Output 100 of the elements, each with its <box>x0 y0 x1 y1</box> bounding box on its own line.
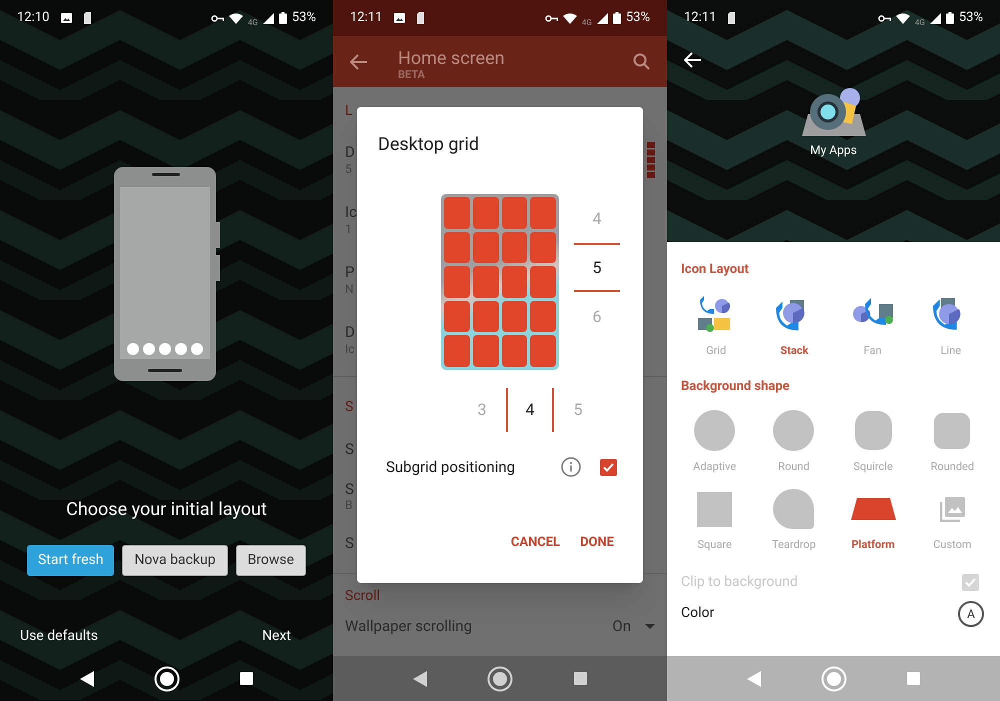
info-icon[interactable] <box>561 457 581 478</box>
screen-title: Home screen <box>398 50 505 68</box>
sd-card-icon <box>84 12 92 24</box>
column-count-option[interactable]: 5 <box>554 388 602 432</box>
setting-title: D <box>345 323 355 342</box>
squircle-shape-icon <box>854 411 892 450</box>
grid-cell <box>472 300 498 332</box>
layout-option[interactable]: Fan <box>864 342 882 359</box>
layout-option[interactable]: Line <box>940 342 962 359</box>
grid-cell <box>502 335 528 367</box>
grid-cell <box>472 335 498 367</box>
grid-preview-icon <box>647 142 655 178</box>
setting-value: On <box>612 616 631 637</box>
beta-label: BETA <box>398 69 426 80</box>
trapezoid-shape-icon <box>850 498 896 520</box>
image-icon <box>394 13 406 23</box>
wifi-icon <box>896 12 910 24</box>
shape-option[interactable]: Custom <box>933 537 972 554</box>
grid-cell <box>530 335 556 367</box>
grid-cell <box>472 232 498 264</box>
row-count-option[interactable]: 4 <box>574 194 620 243</box>
back-icon[interactable] <box>80 670 94 686</box>
layout-option[interactable]: Stack <box>780 342 808 359</box>
signal-icon <box>930 12 941 24</box>
color-swatch[interactable]: A <box>958 600 984 626</box>
network-type: 4G <box>248 16 258 28</box>
subgrid-label: Subgrid positioning <box>386 457 516 478</box>
battery-level: 53% <box>958 9 983 28</box>
status-time: 12:11 <box>350 9 382 28</box>
shape-option[interactable]: Square <box>697 537 732 554</box>
column-count-option[interactable]: 4 <box>506 388 554 432</box>
next-link[interactable]: Next <box>262 626 313 647</box>
setting-title: S <box>345 480 354 498</box>
square-shape-icon <box>697 492 732 526</box>
shape-option[interactable]: Teardrop <box>772 537 816 554</box>
subgrid-checkbox[interactable] <box>600 458 617 476</box>
teardrop-shape-icon <box>773 489 814 529</box>
grid-cell <box>530 232 556 264</box>
shape-option[interactable]: Adaptive <box>693 458 736 475</box>
wifi-icon <box>562 12 577 24</box>
color-label: Color <box>681 604 714 623</box>
battery-level: 53% <box>626 9 650 28</box>
dialog-button[interactable]: CANCEL <box>502 526 568 558</box>
grid-cell <box>444 232 470 264</box>
grid-cell <box>472 197 498 229</box>
network-type: 4G <box>914 16 925 28</box>
dialog-button[interactable]: DONE <box>572 526 622 558</box>
grid-cell <box>502 266 528 298</box>
layout-option-button[interactable]: Browse <box>236 545 306 576</box>
circle-shape-icon <box>773 410 814 451</box>
setting-title: S <box>345 440 354 459</box>
folder-label: My Apps <box>810 142 857 159</box>
network-type: 4G <box>582 16 592 28</box>
section-header: L <box>344 102 354 121</box>
grid-cell <box>502 232 528 264</box>
check-icon <box>603 462 614 472</box>
sd-card-icon <box>728 12 736 24</box>
setting-title: Wallpaper scrolling <box>345 616 472 636</box>
layout-option[interactable]: Grid <box>706 342 726 359</box>
grid-cell <box>502 300 528 332</box>
setting-title: S <box>345 534 354 553</box>
grid-cell <box>530 197 556 229</box>
grid-cell <box>444 266 470 298</box>
column-count-option[interactable]: 3 <box>458 388 506 432</box>
grid-cell <box>530 266 556 298</box>
recents-icon[interactable] <box>574 672 587 685</box>
grid-cell <box>444 300 470 332</box>
dropdown-caret-icon <box>645 624 655 628</box>
battery-icon <box>612 12 621 24</box>
circle-shape-icon <box>694 410 736 451</box>
key-icon <box>544 14 558 22</box>
signal-icon <box>596 12 608 24</box>
grid-cell <box>444 335 470 367</box>
shape-option[interactable]: Squircle <box>853 458 893 475</box>
grid-cell <box>472 266 498 298</box>
shape-option[interactable]: Platform <box>851 537 895 554</box>
layout-option-button[interactable]: Start fresh <box>26 545 114 576</box>
search-icon[interactable] <box>633 53 650 70</box>
image-icon <box>61 13 72 23</box>
grid-cell <box>502 197 528 229</box>
key-icon <box>878 14 891 22</box>
key-icon <box>210 14 224 22</box>
section-header: Icon Layout <box>680 261 750 279</box>
row-count-option[interactable]: 5 <box>574 243 620 292</box>
shape-option[interactable]: Rounded <box>930 458 974 475</box>
grid-cell <box>530 300 556 332</box>
section-header: Background shape <box>680 378 791 396</box>
check-icon <box>965 578 976 586</box>
signal-icon <box>262 12 274 24</box>
shape-option[interactable]: Round <box>778 458 810 475</box>
use-defaults-link[interactable]: Use defaults <box>20 626 98 647</box>
images-icon <box>940 496 965 522</box>
status-time: 12:11 <box>684 9 716 28</box>
battery-level: 53% <box>292 9 316 28</box>
row-count-option[interactable]: 6 <box>574 292 620 341</box>
rounded-square-icon <box>934 412 970 448</box>
wifi-icon <box>228 12 243 24</box>
setting-title: Ic <box>345 203 357 222</box>
layout-title: Choose your initial layout <box>65 498 268 522</box>
layout-option-button[interactable]: Nova backup <box>122 545 228 576</box>
